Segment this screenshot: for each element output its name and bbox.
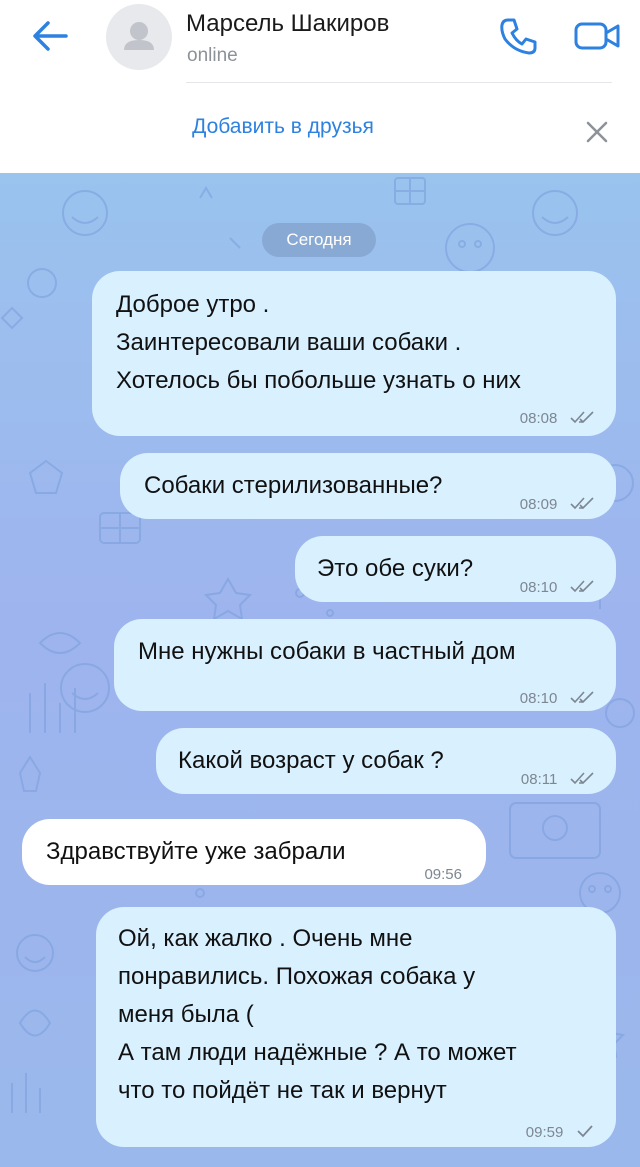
chat-header: Марсель Шакиров online (0, 0, 640, 83)
message-bubble[interactable]: Мне нужны собаки в частный дом 08:10 (114, 619, 616, 711)
message-bubble[interactable]: Доброе утро . Заинтересовали ваши собаки… (92, 271, 616, 436)
message-text-line: А там люди надёжные ? А то может (118, 1039, 517, 1066)
double-check-icon (570, 497, 594, 509)
single-check-icon (577, 1125, 593, 1137)
avatar-placeholder-icon (124, 22, 154, 50)
close-icon (586, 121, 608, 143)
date-separator: Сегодня (262, 223, 376, 257)
message-text-line: Мне нужны собаки в частный дом (138, 638, 516, 665)
message-bubble[interactable]: Какой возраст у собак ? 08:11 (156, 728, 616, 794)
message-bubble[interactable]: Ой, как жалко . Очень мне понравились. П… (96, 907, 616, 1147)
message-time: 09:59 (525, 1124, 564, 1141)
video-call-button[interactable] (572, 16, 624, 56)
message-text-line: Какой возраст у собак ? (178, 747, 444, 774)
message-text-line: Заинтересовали ваши собаки . (116, 329, 462, 356)
message-text-line: Собаки стерилизованные? (144, 472, 443, 499)
message-text-line: Это обе суки? (317, 555, 474, 582)
message-time: 08:10 (519, 690, 558, 707)
message-bubble[interactable]: Собаки стерилизованные? 08:09 (120, 453, 616, 519)
message-text-line: меня была ( (118, 1001, 254, 1028)
call-button[interactable] (496, 14, 540, 58)
video-camera-icon (574, 22, 620, 50)
close-banner-button[interactable] (582, 117, 612, 147)
double-check-icon (570, 580, 594, 592)
message-bubble[interactable]: Это обе суки? 08:10 (295, 536, 616, 602)
message-text-line: Ой, как жалко . Очень мне (118, 925, 413, 952)
message-time: 08:10 (519, 579, 558, 596)
double-check-icon (570, 691, 594, 703)
contact-status: online (187, 45, 238, 66)
message-time: 09:56 (424, 866, 462, 883)
double-check-icon (570, 772, 594, 784)
message-text-line: Здравствуйте уже забрали (46, 838, 346, 865)
add-friend-button[interactable]: Добавить в друзья (0, 115, 566, 139)
message-time: 08:08 (519, 410, 558, 427)
double-check-icon (570, 411, 594, 423)
message-text-line: Доброе утро . (116, 291, 270, 318)
avatar[interactable] (106, 4, 172, 70)
message-time: 08:11 (520, 771, 558, 788)
back-button[interactable] (28, 18, 72, 54)
back-arrow-icon (33, 21, 68, 51)
message-text-line: понравились. Похожая собака у (118, 963, 476, 990)
add-friend-bar: Добавить в друзья (0, 83, 640, 173)
chat-area[interactable]: Сегодня Доброе утро . Заинтересовали ваш… (0, 173, 640, 1167)
contact-name[interactable]: Марсель Шакиров (186, 10, 389, 38)
message-text-line: Хотелось бы побольше узнать о них (116, 367, 521, 394)
message-time: 08:09 (519, 496, 558, 513)
message-bubble[interactable]: Здравствуйте уже забрали 09:56 (22, 819, 486, 885)
phone-icon (500, 18, 537, 55)
message-text-line: что то пойдёт не так и вернут (118, 1077, 447, 1104)
